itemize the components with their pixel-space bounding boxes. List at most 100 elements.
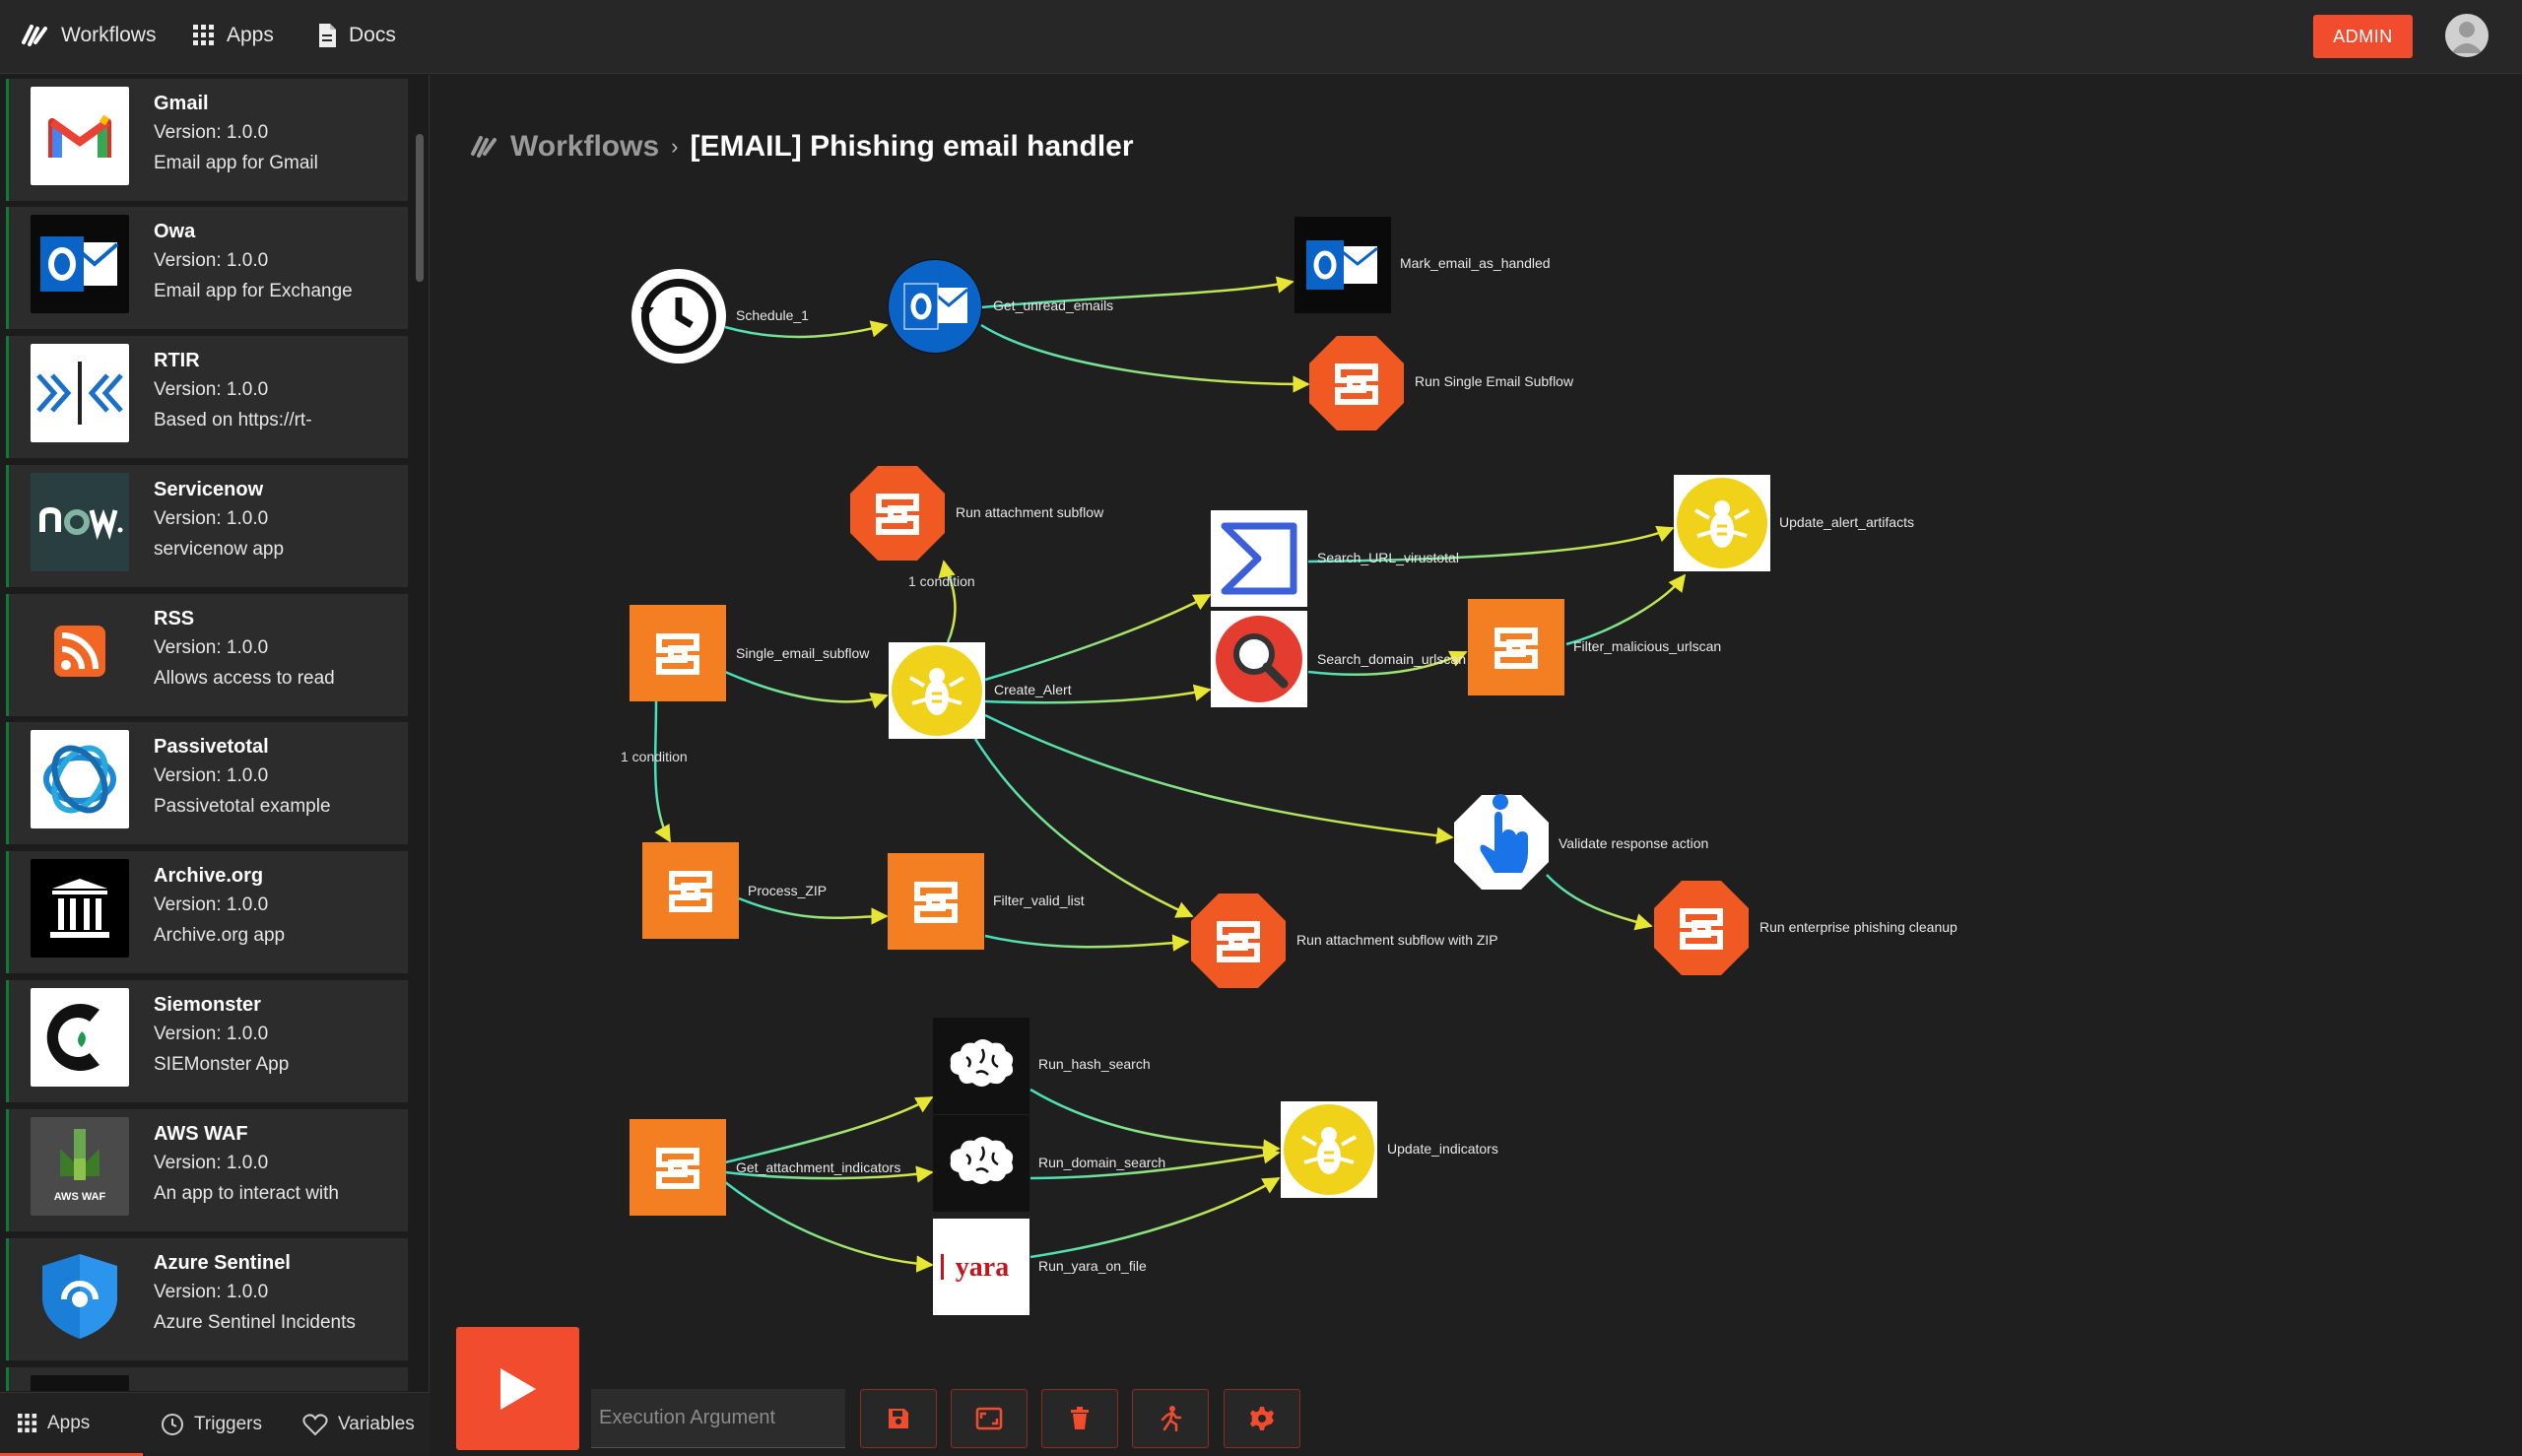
app-list: Gmail Version: 1.0.0 Email app for Gmail… [0, 75, 414, 1391]
node-filter-valid-list[interactable] [888, 853, 984, 950]
app-card-azure-sentinel[interactable]: Azure Sentinel Version: 1.0.0 Azure Sent… [6, 1238, 408, 1360]
app-card-gmail[interactable]: Gmail Version: 1.0.0 Email app for Gmail [6, 79, 408, 201]
node-single-email-subflow[interactable] [630, 605, 726, 701]
thehive-icon [889, 642, 985, 739]
sidebar-scrollbar[interactable] [414, 75, 426, 1391]
node-schedule[interactable] [630, 268, 727, 364]
node-run-attachment-subflow[interactable] [849, 465, 946, 562]
sidebar-scroll-thumb[interactable] [416, 134, 424, 282]
outlook-icon [1294, 217, 1391, 313]
shuffle-tools-icon [1468, 599, 1564, 695]
node-create-alert[interactable] [889, 642, 985, 739]
tab-apps[interactable]: Apps [18, 1413, 90, 1434]
run-workflow-button[interactable] [456, 1327, 579, 1450]
app-card-archive-org[interactable]: Archive.org Version: 1.0.0 Archive.org a… [6, 851, 408, 973]
shuffle-subflow-icon [1191, 893, 1286, 988]
node-process-zip[interactable] [642, 842, 739, 939]
node-label-single-email-subflow: Single_email_subflow [736, 645, 870, 661]
brain-icon [933, 1018, 1029, 1114]
breadcrumb-root-link[interactable]: Workflows [510, 130, 659, 164]
app-version: Version: 1.0.0 [154, 1024, 269, 1044]
urlscan-magnifier-icon [1211, 611, 1307, 707]
aws-waf-icon-text: AWS WAF [54, 1191, 106, 1203]
node-label-filter-valid-list: Filter_valid_list [993, 893, 1085, 908]
page-title: [EMAIL] Phishing email handler [690, 130, 1134, 163]
nav-apps-link[interactable]: Apps [193, 20, 274, 51]
rtir-icon [31, 344, 129, 442]
nav-workflows-link[interactable]: Workflows [20, 20, 156, 51]
fit-view-icon [975, 1407, 1003, 1430]
shuffle-subflow-icon [630, 605, 726, 701]
app-version: Version: 1.0.0 [154, 894, 269, 915]
node-run-domain-search[interactable] [933, 1115, 1029, 1212]
shuffle-logo-icon [471, 136, 497, 158]
user-run-button[interactable] [1132, 1389, 1209, 1448]
node-label-run-attachment-subflow-zip: Run attachment subflow with ZIP [1296, 932, 1498, 948]
document-icon [319, 24, 336, 47]
node-run-yara-on-file[interactable]: yara [933, 1219, 1029, 1315]
app-card-partial[interactable] [6, 1367, 408, 1391]
outlook-icon [31, 215, 129, 313]
node-label-run-attachment-subflow: Run attachment subflow [956, 504, 1104, 520]
workflow-settings-button[interactable] [1224, 1389, 1300, 1448]
node-filter-malicious-urlscan[interactable] [1468, 599, 1564, 695]
node-run-enterprise-phishing-cleanup[interactable] [1653, 880, 1750, 976]
node-update-alert-artifacts[interactable] [1674, 475, 1770, 571]
azure-sentinel-icon [31, 1246, 129, 1345]
app-card-siemonster[interactable]: Siemonster Version: 1.0.0 SIEMonster App [6, 980, 408, 1102]
save-button[interactable] [860, 1389, 937, 1448]
node-get-attachment-indicators[interactable] [630, 1119, 726, 1216]
node-label-search-domain-urlscan: Search_domain_urlscan [1317, 651, 1466, 667]
node-get-unread-emails[interactable] [887, 258, 983, 355]
node-validate-response-action[interactable] [1453, 794, 1550, 891]
app-description: SIEMonster App [154, 1054, 290, 1075]
nav-docs-link[interactable]: Docs [317, 20, 396, 51]
workflow-canvas[interactable] [431, 75, 2522, 1455]
passivetotal-icon [31, 730, 129, 828]
app-card-aws-waf[interactable]: AWS WAF AWS WAF Version: 1.0.0 An app to… [6, 1109, 408, 1231]
settings-icon [1250, 1407, 1274, 1430]
app-version: Version: 1.0.0 [154, 379, 269, 400]
admin-button[interactable]: ADMIN [2313, 15, 2413, 58]
app-name: RSS [154, 608, 195, 629]
aws-waf-icon: AWS WAF [31, 1117, 129, 1216]
tab-variables[interactable]: Variables [302, 1413, 415, 1436]
app-card-servicenow[interactable]: Servicenow Version: 1.0.0 servicenow app [6, 465, 408, 587]
app-card-rss[interactable]: RSS Version: 1.0.0 Allows access to read [6, 594, 408, 716]
node-label-validate-response-action: Validate response action [1559, 835, 1709, 851]
edge-condition-label[interactable]: 1 condition [908, 573, 975, 589]
shuffle-subflow-icon [1654, 881, 1749, 975]
yara-icon: yara [933, 1219, 1029, 1315]
app-version: Version: 1.0.0 [154, 765, 269, 786]
node-run-hash-search[interactable] [933, 1018, 1029, 1114]
rss-icon [31, 602, 129, 700]
fit-view-button[interactable] [951, 1389, 1028, 1448]
user-avatar[interactable] [2445, 14, 2489, 57]
node-search-domain-urlscan[interactable] [1211, 611, 1307, 707]
app-card-passivetotal[interactable]: Passivetotal Version: 1.0.0 Passivetotal… [6, 722, 408, 844]
app-name: Gmail [154, 93, 209, 114]
edge-condition-label[interactable]: 1 condition [621, 749, 688, 764]
tab-apps-label: Apps [47, 1413, 91, 1433]
node-mark-email-handled[interactable] [1294, 217, 1391, 313]
delete-button[interactable] [1041, 1389, 1118, 1448]
tab-triggers[interactable]: Triggers [161, 1413, 262, 1436]
app-name: Azure Sentinel [154, 1252, 291, 1274]
virustotal-icon [1211, 510, 1307, 607]
app-description: An app to interact with [154, 1183, 339, 1204]
node-label-run-domain-search: Run_domain_search [1038, 1155, 1166, 1170]
node-run-single-email-subflow[interactable] [1308, 335, 1405, 431]
app-card-owa[interactable]: Owa Version: 1.0.0 Email app for Exchang… [6, 207, 408, 329]
node-label-filter-malicious-urlscan: Filter_malicious_urlscan [1573, 638, 1722, 654]
yara-icon-text: yara [956, 1252, 1009, 1283]
execution-argument-input[interactable] [591, 1389, 845, 1448]
shuffle-tools-icon [888, 853, 984, 950]
brain-icon [933, 1115, 1029, 1212]
shuffle-tools-icon [630, 1119, 726, 1216]
node-search-url-virustotal[interactable] [1211, 510, 1307, 607]
app-card-rtir[interactable]: RTIR Version: 1.0.0 Based on https://rt- [6, 336, 408, 458]
app-name: AWS WAF [154, 1123, 248, 1145]
node-run-attachment-subflow-zip[interactable] [1190, 893, 1287, 989]
node-label-create-alert: Create_Alert [994, 682, 1072, 697]
node-update-indicators[interactable] [1281, 1101, 1377, 1198]
